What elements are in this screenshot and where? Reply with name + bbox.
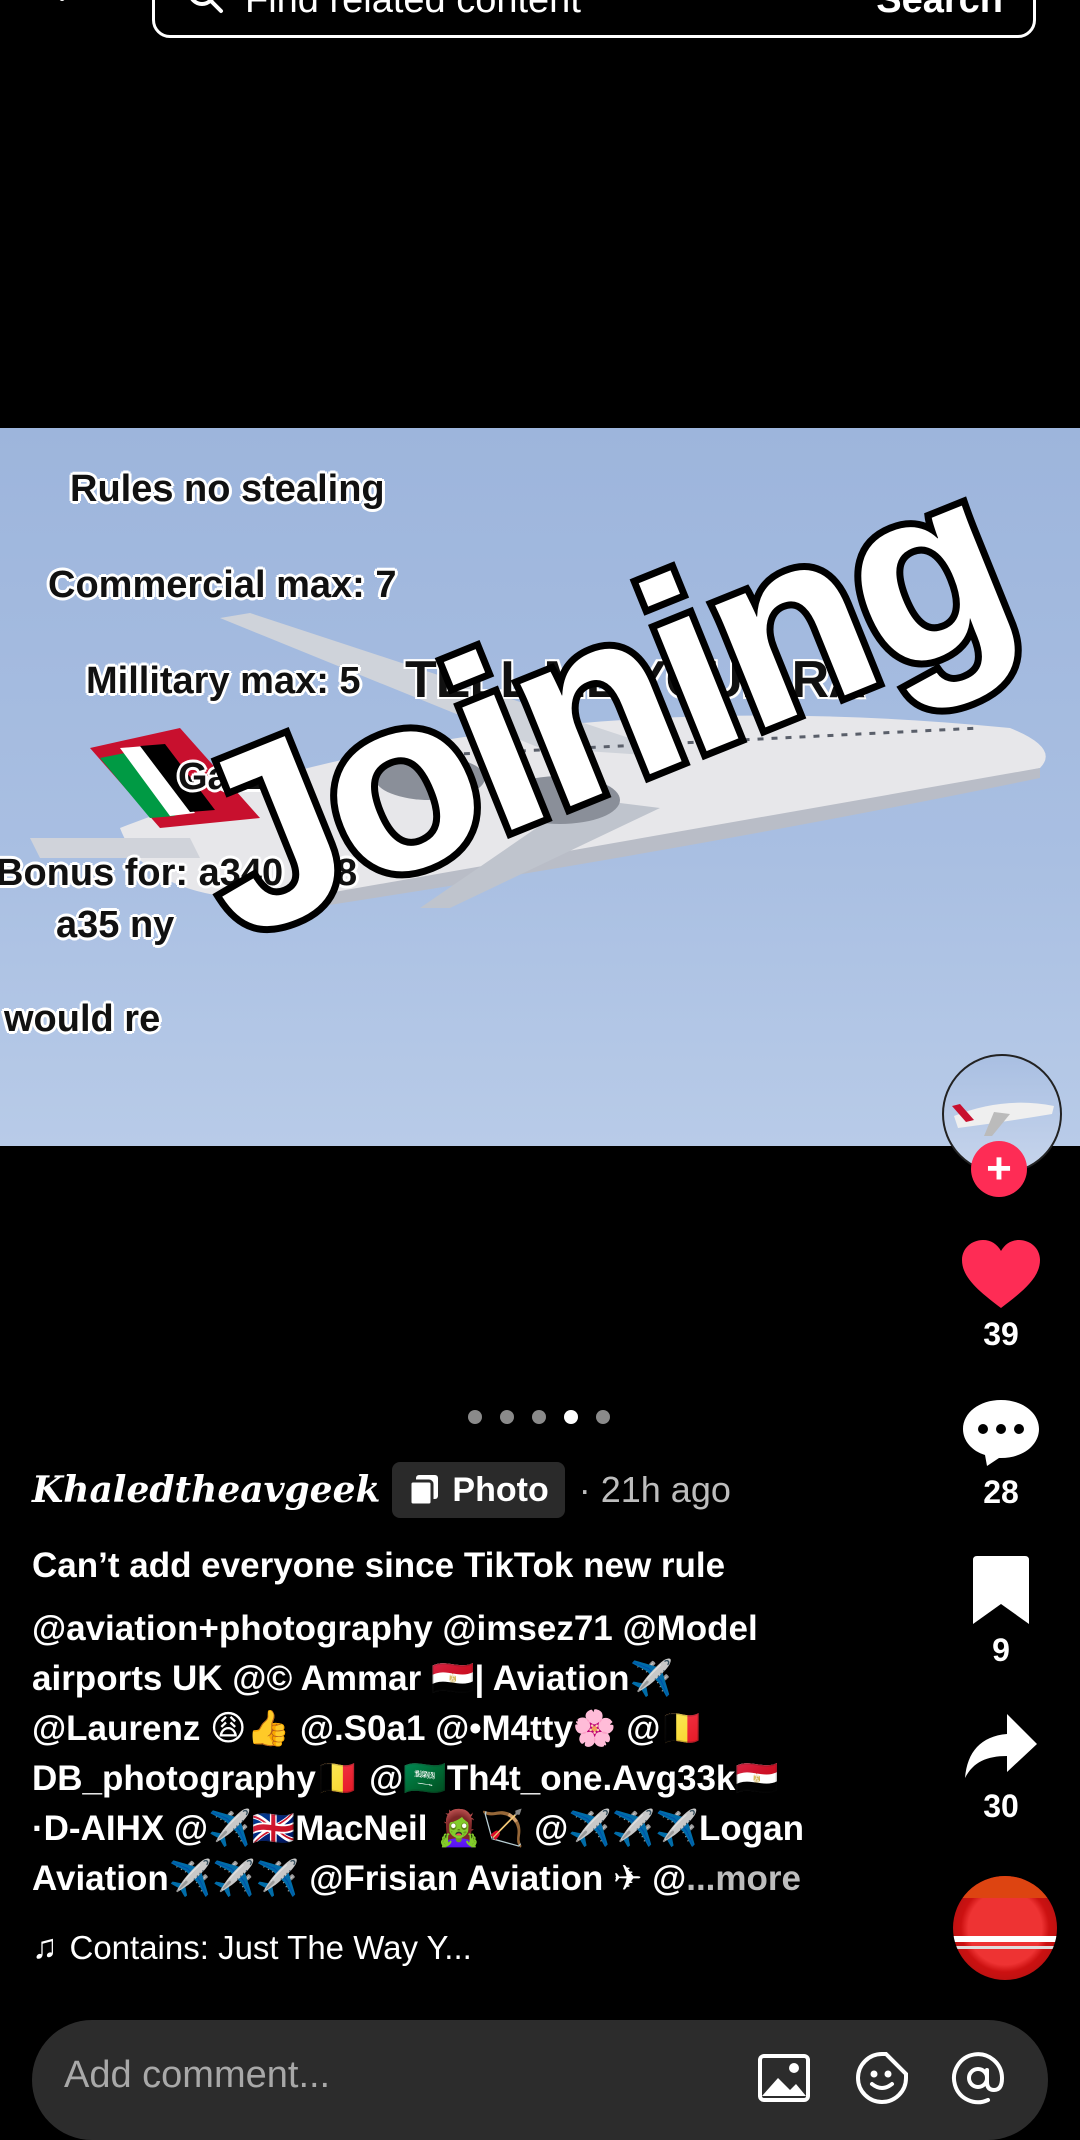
caption-body[interactable]: @aviation+photography @imsez71 @Model ai… <box>32 1604 892 1904</box>
overlay-text-line: Commercial max: 7 <box>48 564 397 606</box>
carousel-dot <box>468 1410 482 1424</box>
caption-line-last: Aviation✈️✈️✈️ @Frisian Aviation ✈ @...m… <box>32 1854 892 1904</box>
post-meta-row: Khaledtheavgeek Photo · 21h ago <box>32 1462 731 1518</box>
share-count: 30 <box>983 1788 1019 1824</box>
caption-line: @Laurenz 😩👍 @.S0a1 @•M4tty🌸 @🇧🇪 <box>32 1709 704 1748</box>
music-note-icon: ♫ <box>32 1928 58 1966</box>
photo-stack-icon <box>408 1475 439 1507</box>
back-button[interactable] <box>40 0 100 20</box>
post-time: · 21h ago <box>578 1469 731 1510</box>
image-icon[interactable] <box>756 2050 812 2106</box>
post-photo[interactable]: Rules no stealing Commercial max: 7 Mill… <box>0 428 1080 1146</box>
search-button[interactable]: Search <box>876 0 1003 22</box>
caption-line: airports UK @© Ammar 🇪🇬| Aviation✈️ <box>32 1659 674 1698</box>
album-art-icon <box>953 1876 1057 1949</box>
back-arrow-icon <box>59 0 65 1</box>
search-icon <box>190 0 223 13</box>
music-disc[interactable] <box>953 1876 1057 1980</box>
like-button[interactable]: 39 <box>950 1238 1052 1353</box>
comment-count: 28 <box>983 1474 1019 1510</box>
carousel-dot <box>532 1410 546 1424</box>
sticker-icon[interactable] <box>854 2050 910 2106</box>
save-count: 9 <box>992 1632 1010 1668</box>
caption-line: Aviation✈️✈️✈️ @Frisian Aviation ✈ @ <box>32 1859 687 1898</box>
photo-badge-label: Photo <box>452 1470 549 1509</box>
caption-title: Can’t add everyone since TikTok new rule <box>32 1546 726 1585</box>
comment-bubble-icon <box>963 1400 1039 1466</box>
bookmark-icon <box>973 1556 1029 1624</box>
comment-input[interactable]: Add comment... <box>64 2054 330 2097</box>
like-count: 39 <box>983 1316 1019 1352</box>
mention-icon[interactable] <box>950 2050 1006 2106</box>
caption-line: ·D-AIHX @✈️🇬🇧MacNeil 🧟‍♀️🏹 @✈️✈️✈️Logan <box>32 1809 804 1848</box>
overlay-text-line: a35 ny <box>56 904 175 946</box>
music-title: Contains: Just The Way Y... <box>69 1928 472 1966</box>
carousel-dot <box>596 1410 610 1424</box>
comment-bar[interactable]: Add comment... <box>32 2020 1048 2140</box>
search-bar[interactable]: Find related content Search <box>152 0 1036 38</box>
author-name[interactable]: Khaledtheavgeek <box>32 1469 380 1511</box>
follow-button[interactable]: + <box>971 1141 1027 1197</box>
music-info[interactable]: ♫ Contains: Just The Way Y... <box>32 1928 472 1967</box>
caption-line: DB_photography🇧🇪 @🇸🇦Th4t_one.Avg33k🇪🇬 <box>32 1759 779 1798</box>
share-button[interactable]: 30 <box>950 1712 1052 1825</box>
carousel-dot-active <box>564 1410 578 1424</box>
share-arrow-icon <box>965 1714 1037 1778</box>
save-button[interactable]: 9 <box>950 1554 1052 1669</box>
heart-icon <box>962 1240 1040 1308</box>
carousel-indicator <box>468 1410 610 1424</box>
caption-line: @aviation+photography @imsez71 @Model <box>32 1609 758 1648</box>
search-input[interactable]: Find related content <box>245 0 581 22</box>
overlay-text-line: Rules no stealing <box>70 468 385 510</box>
more-link[interactable]: ...more <box>686 1859 801 1898</box>
comment-button[interactable]: 28 <box>950 1398 1052 1511</box>
photo-badge: Photo <box>392 1462 565 1518</box>
carousel-dot <box>500 1410 514 1424</box>
overlay-text-line: would re <box>4 998 161 1040</box>
